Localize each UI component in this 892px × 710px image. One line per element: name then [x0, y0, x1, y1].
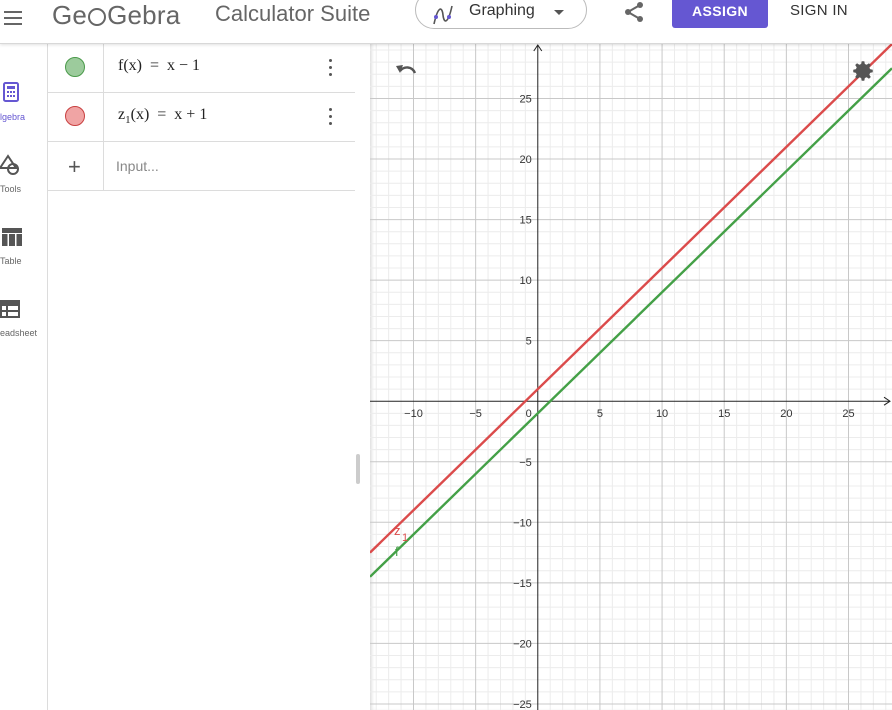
- graphing-icon: [433, 5, 453, 25]
- kebab-dot: [329, 66, 332, 69]
- visibility-toggle-f[interactable]: [65, 57, 85, 77]
- spreadsheet-icon: [0, 300, 20, 318]
- nav-item-spreadsheet[interactable]: eadsheet: [0, 296, 47, 356]
- nav-item-tools[interactable]: Tools: [0, 152, 47, 212]
- y-tick-label: −15: [513, 578, 532, 590]
- x-tick-label: 20: [780, 408, 792, 420]
- y-tick-label: 5: [526, 336, 532, 348]
- settings-gear-icon[interactable]: [850, 58, 876, 84]
- curve-label-z1-subscript: 1: [402, 532, 408, 544]
- y-tick-label: 20: [520, 154, 532, 166]
- y-tick-label: −10: [513, 517, 532, 529]
- y-tick-label: 15: [520, 215, 532, 227]
- kebab-dot: [329, 108, 332, 111]
- graphics-view[interactable]: −10 −5 5 10 15 20 25 25 20 15 10 5 −5 −10 −15 −20 −25 0 z 1…: [370, 44, 892, 710]
- calculator-icon: [3, 82, 19, 102]
- algebra-row-z1[interactable]: z1(x) = x + 1: [48, 93, 355, 142]
- series-line-f: [370, 67, 892, 578]
- y-tick-label: −25: [513, 699, 532, 710]
- share-icon[interactable]: [622, 0, 646, 24]
- more-options-icon[interactable]: [320, 56, 340, 80]
- app-picker-label: Graphing: [469, 2, 535, 19]
- geogebra-app: Ge Gebra Calculator Suite Graphing ASSIGN…: [0, 0, 892, 710]
- shapes-icon: [0, 154, 19, 175]
- nav-item-table[interactable]: Table: [0, 224, 47, 284]
- geogebra-logo[interactable]: Ge Gebra: [52, 0, 180, 31]
- menu-line: [4, 11, 22, 13]
- formula-z1-rest: (x) = x + 1: [130, 106, 208, 123]
- formula-z1[interactable]: z1(x) = x + 1: [118, 106, 207, 126]
- x-tick-label: 10: [656, 408, 668, 420]
- marble-cell: +: [48, 142, 104, 190]
- panel-resize-handle[interactable]: [356, 454, 360, 484]
- nav-label-spreadsheet: eadsheet: [0, 328, 38, 338]
- y-tick-label: 25: [520, 93, 532, 105]
- nav-item-algebra[interactable]: lgebra: [0, 80, 47, 140]
- x-tick-label: −5: [469, 408, 482, 420]
- curve-label-f: f: [395, 544, 399, 559]
- top-bar: Ge Gebra Calculator Suite Graphing ASSIGN…: [0, 0, 892, 44]
- app-picker-dropdown[interactable]: Graphing: [415, 0, 587, 29]
- logo-o-icon: [88, 8, 107, 26]
- kebab-dot: [329, 115, 332, 118]
- formula-f[interactable]: f(x) = x − 1: [118, 57, 200, 75]
- algebra-input[interactable]: [106, 142, 355, 190]
- plus-icon[interactable]: +: [68, 154, 81, 180]
- side-navigation: lgebra Tools Table eadsheet: [0, 44, 48, 710]
- kebab-dot: [329, 73, 332, 76]
- nav-label-tools: Tools: [0, 184, 22, 194]
- marble-cell: [48, 93, 104, 141]
- y-tick-label: 10: [520, 275, 532, 287]
- x-tick-label: 15: [718, 408, 730, 420]
- undo-icon[interactable]: [394, 62, 420, 82]
- nav-label-algebra: lgebra: [0, 112, 26, 122]
- menu-line: [4, 17, 22, 19]
- hamburger-menu-button[interactable]: [4, 6, 28, 30]
- y-tick-label: −5: [519, 457, 532, 469]
- table-icon: [2, 228, 22, 246]
- x-tick-label: 25: [842, 408, 854, 420]
- sign-in-button[interactable]: SIGN IN: [790, 2, 848, 19]
- curve-label-z1: z: [394, 523, 401, 538]
- more-options-icon[interactable]: [320, 105, 340, 129]
- kebab-dot: [329, 59, 332, 62]
- assign-button[interactable]: ASSIGN: [672, 0, 768, 28]
- visibility-toggle-z1[interactable]: [65, 106, 85, 126]
- chevron-down-icon: [554, 10, 564, 15]
- kebab-dot: [329, 122, 332, 125]
- nav-label-table: Table: [0, 256, 22, 266]
- marble-cell: [48, 44, 104, 92]
- menu-line: [4, 23, 22, 25]
- plot-canvas[interactable]: −10 −5 5 10 15 20 25252015105−5−10−15−20−250z 1…: [370, 44, 892, 710]
- logo-text-start: Ge: [52, 0, 88, 30]
- algebra-view: f(x) = x − 1 z1(x) = x + 1 +: [48, 44, 370, 710]
- suite-title: Calculator Suite: [215, 1, 371, 26]
- x-tick-label: −10: [404, 408, 423, 420]
- algebra-row-f[interactable]: f(x) = x − 1: [48, 44, 355, 93]
- algebra-input-row: +: [48, 142, 355, 191]
- series-line-z1: [370, 44, 892, 554]
- y-tick-label: −20: [513, 638, 532, 650]
- logo-text-end: Gebra: [107, 0, 181, 30]
- x-tick-label: 5: [597, 408, 603, 420]
